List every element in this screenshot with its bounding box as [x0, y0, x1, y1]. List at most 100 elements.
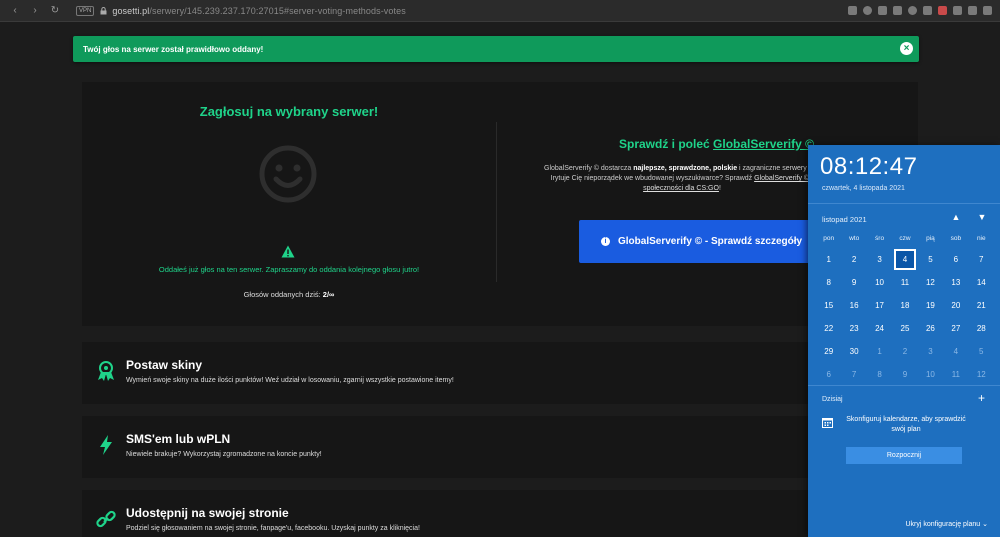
calendar-day[interactable]: 15	[816, 294, 841, 317]
add-event-icon[interactable]: +	[978, 392, 985, 404]
forward-icon[interactable]: ›	[28, 4, 42, 18]
heart-icon[interactable]	[908, 6, 917, 15]
calendar-day[interactable]: 28	[969, 317, 994, 340]
wallet-icon[interactable]	[938, 6, 947, 15]
calendar-day[interactable]: 14	[969, 271, 994, 294]
calendar-day[interactable]: 12	[969, 363, 994, 386]
gs-desc-end: !	[718, 185, 721, 192]
box-icon[interactable]	[953, 6, 962, 15]
calendar-day[interactable]: 7	[841, 363, 866, 386]
info-icon: i	[601, 237, 610, 246]
vote-section: Zagłosuj na wybrany serwer! Oddałeś już …	[82, 82, 496, 326]
calendar-day[interactable]: 29	[816, 340, 841, 363]
smiley-icon	[259, 145, 317, 203]
link-icon	[96, 510, 116, 528]
calendar-day[interactable]: 25	[892, 317, 917, 340]
gs-desc-link2[interactable]: społeczności dla CS:GO	[643, 185, 719, 192]
chevron-down-icon[interactable]: ▼	[976, 212, 988, 222]
calendar-day[interactable]: 9	[892, 363, 917, 386]
calendar-day[interactable]: 11	[943, 363, 968, 386]
calendar-day[interactable]: 13	[943, 271, 968, 294]
calendar-day[interactable]: 1	[867, 340, 892, 363]
calendar-day[interactable]: 23	[841, 317, 866, 340]
weekday: wto	[849, 235, 860, 242]
start-button[interactable]: Rozpocznij	[846, 447, 962, 464]
calendar-day[interactable]: 17	[867, 294, 892, 317]
calendar-day[interactable]: 18	[892, 294, 917, 317]
calendar-day[interactable]: 2	[841, 248, 866, 271]
feature-desc: Niewiele brakuje? Wykorzystaj zgromadzon…	[126, 451, 322, 458]
url-host: gosetti.pl	[112, 5, 150, 16]
calendar-day[interactable]: 11	[892, 271, 917, 294]
calendar-day[interactable]: 5	[918, 248, 943, 271]
calendar-day[interactable]: 8	[867, 363, 892, 386]
cube-icon[interactable]	[968, 6, 977, 15]
calendar-day[interactable]: 19	[918, 294, 943, 317]
calendar-day[interactable]: 24	[867, 317, 892, 340]
calendar-day[interactable]: 7	[969, 248, 994, 271]
vote-count-value: 2/∞	[322, 290, 335, 299]
gs-desc-bold: najlepsze, sprawdzone, polskie	[633, 165, 738, 172]
calendar-day[interactable]: 6	[943, 248, 968, 271]
alert-message: Twój głos na serwer został prawidłowo od…	[83, 44, 264, 54]
calendar-day[interactable]: 9	[841, 271, 866, 294]
hide-plan-link[interactable]: Ukryj konfigurację planu ⌄	[905, 520, 988, 528]
back-icon[interactable]: ‹	[8, 4, 22, 18]
calendar-day[interactable]: 1	[816, 248, 841, 271]
lightning-icon	[100, 435, 112, 455]
calendar-day[interactable]: 5	[969, 340, 994, 363]
date-link[interactable]: czwartek, 4 listopada 2021	[822, 185, 905, 192]
download-icon[interactable]	[923, 6, 932, 15]
calendar-day[interactable]: 26	[918, 317, 943, 340]
send-icon[interactable]	[893, 6, 902, 15]
address-bar[interactable]: gosetti.pl/serwery/145.239.237.170:27015…	[112, 6, 405, 16]
globalserverify-title: Sprawdź i poleć GlobalServerify ©	[619, 137, 814, 151]
calendar-day[interactable]: 4	[943, 340, 968, 363]
divider	[808, 203, 1000, 204]
globalserverify-details-button[interactable]: i GlobalServerify © - Sprawdź szczegóły	[579, 220, 819, 263]
feature-sms[interactable]: SMS'em lub wPLN Niewiele brakuje? Wykorz…	[82, 416, 918, 478]
calendar-day[interactable]: 10	[918, 363, 943, 386]
calendar-day[interactable]: 12	[918, 271, 943, 294]
award-icon	[98, 361, 114, 381]
gs-desc-link[interactable]: GlobalServerify © -	[754, 175, 813, 182]
calendar-day[interactable]: 2	[892, 340, 917, 363]
calendar-day[interactable]: 3	[918, 340, 943, 363]
url-path: /serwery/145.239.237.170:27015#server-vo…	[149, 5, 406, 16]
feature-share[interactable]: Udostępnij na swojej stronie Podziel się…	[82, 490, 918, 537]
calendar-day[interactable]: 10	[867, 271, 892, 294]
extension-icon[interactable]	[848, 6, 857, 15]
calendar-day[interactable]: 6	[816, 363, 841, 386]
gs-desc-3: Irytuje Cię nieporządek we wbudowanej wy…	[550, 175, 753, 182]
weekday: pon	[823, 235, 835, 242]
calendar-day[interactable]: 21	[969, 294, 994, 317]
calendar-flyout: 08:12:47 czwartek, 4 listopada 2021 list…	[808, 145, 1000, 537]
calendar-day[interactable]: 8	[816, 271, 841, 294]
weekday: pią	[926, 235, 935, 242]
calendar-day[interactable]: 16	[841, 294, 866, 317]
vote-count: Głosów oddanych dziś: 2/∞	[82, 290, 496, 299]
vpn-badge[interactable]: VPN	[76, 5, 95, 16]
calendar-day[interactable]: 4	[894, 249, 916, 270]
reload-icon[interactable]: ↻	[48, 4, 62, 18]
menu-icon[interactable]	[983, 6, 992, 15]
chevron-up-icon[interactable]: ▲	[950, 212, 962, 222]
shield-icon[interactable]	[878, 6, 887, 15]
calendar-grid: 1 2 3 4 5 6 7 8 9 10 11 12 13 14 15 16 17 18 19 20 21 22 23 24 2…	[816, 248, 994, 386]
feature-skins[interactable]: Postaw skiny Wymień swoje skiny na duże …	[82, 342, 918, 404]
calendar-day[interactable]: 20	[943, 294, 968, 317]
globalserverify-title-link[interactable]: GlobalServerify ©	[713, 137, 814, 151]
globalserverify-description: GlobalServerify © dostarcza najlepsze, s…	[517, 164, 847, 194]
feature-title: SMS'em lub wPLN	[126, 432, 231, 446]
camera-icon[interactable]	[863, 6, 872, 15]
agenda-text: Skonfiguruj kalendarze, aby sprawdzić sw…	[846, 416, 966, 433]
calendar-day[interactable]: 27	[943, 317, 968, 340]
calendar-day[interactable]: 3	[867, 248, 892, 271]
feature-desc: Wymień swoje skiny na duże ilości punktó…	[126, 377, 454, 384]
lock-icon[interactable]	[100, 6, 107, 15]
close-icon[interactable]: ×	[900, 42, 913, 55]
vote-panel: Zagłosuj na wybrany serwer! Oddałeś już …	[82, 82, 918, 326]
month-label[interactable]: listopad 2021	[822, 215, 867, 224]
calendar-day[interactable]: 30	[841, 340, 866, 363]
calendar-day[interactable]: 22	[816, 317, 841, 340]
